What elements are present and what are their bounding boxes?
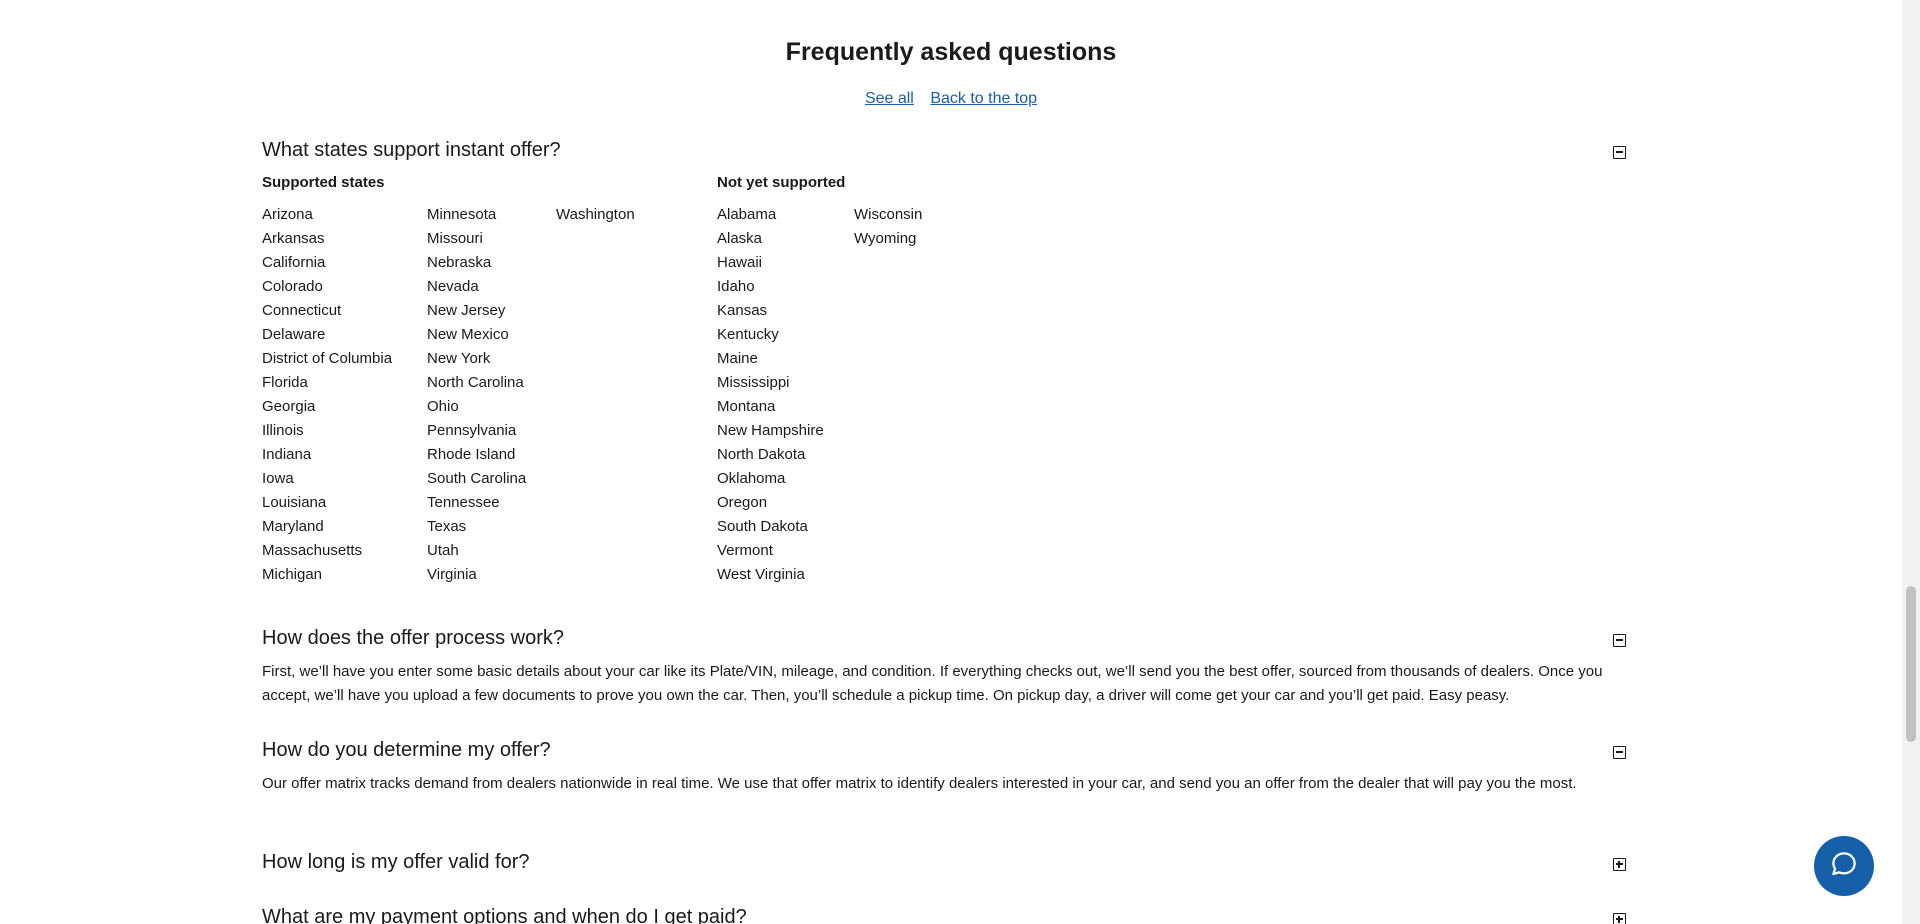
state-item: Arkansas	[262, 230, 325, 247]
state-item: Indiana	[262, 446, 312, 463]
not-supported-column-1: Alabama Alaska Hawaii Idaho Kansas Kentu…	[717, 203, 824, 587]
see-all-link[interactable]: See all	[865, 90, 914, 107]
state-item: Montana	[717, 398, 776, 415]
state-item: Tennessee	[427, 494, 500, 511]
question-title[interactable]: How does the offer process work?	[262, 627, 1636, 650]
state-item: New Mexico	[427, 326, 509, 343]
state-item: South Dakota	[717, 518, 808, 535]
supported-states-column-1: Arizona Arkansas California Colorado Con…	[262, 203, 392, 587]
state-item: North Carolina	[427, 374, 524, 391]
state-item: Alaska	[717, 230, 763, 247]
state-item: Illinois	[262, 422, 304, 439]
state-item: Connecticut	[262, 302, 342, 319]
state-item: West Virginia	[717, 566, 805, 583]
state-item: Delaware	[262, 326, 326, 343]
state-item: California	[262, 254, 326, 271]
state-item: Rhode Island	[427, 446, 516, 463]
answer-text: First, we’ll have you enter some basic d…	[262, 663, 1603, 704]
minus-square-icon[interactable]	[1613, 634, 1626, 647]
state-item: Maine	[717, 350, 758, 367]
state-item: District of Columbia	[262, 350, 393, 367]
state-item: Wyoming	[854, 230, 917, 247]
state-item: Hawaii	[717, 254, 763, 271]
state-item: Washington	[556, 206, 635, 223]
supported-states-column-3: Washington	[556, 203, 635, 227]
state-item: Virginia	[427, 566, 477, 583]
state-item: Pennsylvania	[427, 422, 517, 439]
state-item: Kentucky	[717, 326, 779, 343]
faq-title: Frequently asked questions	[785, 38, 1117, 66]
state-item: Idaho	[717, 278, 755, 295]
state-item: Iowa	[262, 470, 294, 487]
question-title[interactable]: What are my payment options and when do …	[262, 906, 1636, 924]
faq-item-determine-offer[interactable]: How do you determine my offer?	[262, 739, 1636, 762]
state-item: Kansas	[717, 302, 768, 319]
state-item: South Carolina	[427, 470, 527, 487]
faq-item-states[interactable]: What states support instant offer?	[262, 139, 1636, 162]
faq-links: See all Back to the top	[0, 90, 1902, 108]
state-item: Missouri	[427, 230, 483, 247]
state-item: Texas	[427, 518, 467, 535]
state-item: Florida	[262, 374, 308, 391]
chat-button[interactable]	[1814, 836, 1874, 896]
plus-square-icon[interactable]	[1613, 858, 1626, 871]
state-item: Vermont	[717, 542, 773, 559]
plus-square-icon[interactable]	[1613, 913, 1626, 924]
state-item: Wisconsin	[854, 206, 923, 223]
state-item: New York	[427, 350, 491, 367]
state-item: Alabama	[717, 206, 777, 223]
chat-bubble-icon	[1829, 849, 1859, 884]
state-item: Minnesota	[427, 206, 497, 223]
question-title[interactable]: How long is my offer valid for?	[262, 851, 1636, 874]
state-item: Colorado	[262, 278, 323, 295]
state-item: North Dakota	[717, 446, 806, 463]
state-item: Utah	[427, 542, 459, 559]
scrollbar-thumb[interactable]	[1906, 586, 1916, 742]
faq-item-payment-options[interactable]: What are my payment options and when do …	[262, 906, 1636, 924]
back-to-top-link[interactable]: Back to the top	[930, 90, 1037, 107]
state-item: Louisiana	[262, 494, 327, 511]
not-supported-column-2: Wisconsin Wyoming	[854, 203, 922, 251]
answer-text: Our offer matrix tracks demand from deal…	[262, 775, 1577, 792]
state-item: Maryland	[262, 518, 324, 535]
state-item: Michigan	[262, 566, 323, 583]
page-scrollbar[interactable]	[1902, 0, 1920, 924]
minus-square-icon[interactable]	[1613, 746, 1626, 759]
state-item: Nevada	[427, 278, 479, 295]
not-supported-heading: Not yet supported	[717, 174, 846, 191]
state-item: Arizona	[262, 206, 313, 223]
state-item: Ohio	[427, 398, 459, 415]
minus-square-icon[interactable]	[1613, 146, 1626, 159]
state-item: Nebraska	[427, 254, 492, 271]
state-item: Massachusetts	[262, 542, 363, 559]
question-title[interactable]: What states support instant offer?	[262, 139, 1636, 162]
state-item: New Hampshire	[717, 422, 824, 439]
supported-states-column-2: Minnesota Missouri Nebraska Nevada New J…	[427, 203, 526, 587]
state-item: Georgia	[262, 398, 316, 415]
state-item: Mississippi	[717, 374, 790, 391]
question-title[interactable]: How do you determine my offer?	[262, 739, 1636, 762]
faq-page: Frequently asked questions See all Back …	[0, 0, 1920, 924]
state-item: New Jersey	[427, 302, 506, 319]
faq-item-offer-process[interactable]: How does the offer process work?	[262, 627, 1636, 650]
faq-item-offer-valid[interactable]: How long is my offer valid for?	[262, 851, 1636, 874]
state-item: Oklahoma	[717, 470, 786, 487]
supported-states-heading: Supported states	[262, 174, 385, 191]
state-item: Oregon	[717, 494, 768, 511]
